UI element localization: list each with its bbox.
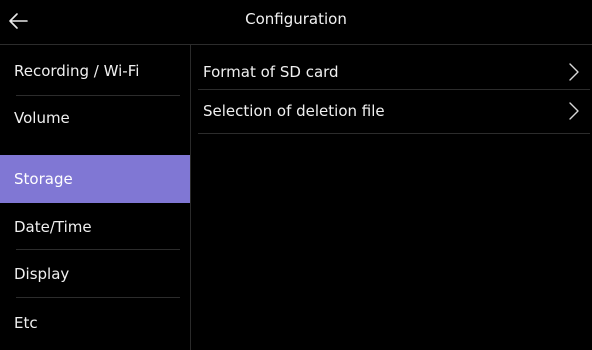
chevron-right-icon (569, 102, 579, 120)
sidebar-item-label: Volume (14, 109, 70, 127)
sidebar-item-label: Storage (14, 170, 73, 188)
sidebar-item-display[interactable]: Display (0, 250, 190, 297)
sidebar-item-label: Display (14, 264, 70, 283)
menu-divider (198, 133, 590, 134)
sidebar-item-label: Recording / Wi-Fi (14, 62, 140, 80)
menu-item-format-sd-card[interactable]: Format of SD card (191, 50, 592, 94)
chevron-right-icon (569, 63, 579, 81)
menu-item-label: Selection of deletion file (203, 102, 385, 120)
sidebar-item-date-time[interactable]: Date/Time (0, 204, 190, 249)
sidebar-item-recording-wifi[interactable]: Recording / Wi-Fi (0, 48, 190, 94)
sidebar-item-volume[interactable]: Volume (0, 95, 190, 141)
sidebar-item-etc[interactable]: Etc (0, 298, 190, 348)
header-bar: Configuration (0, 0, 592, 42)
menu-item-selection-deletion-file[interactable]: Selection of deletion file (191, 89, 592, 133)
sidebar-item-storage[interactable]: Storage (0, 155, 190, 203)
sidebar-item-label: Etc (14, 314, 38, 332)
page-title: Configuration (245, 10, 347, 28)
sidebar-item-label: Date/Time (14, 217, 92, 236)
menu-item-label: Format of SD card (203, 63, 339, 81)
